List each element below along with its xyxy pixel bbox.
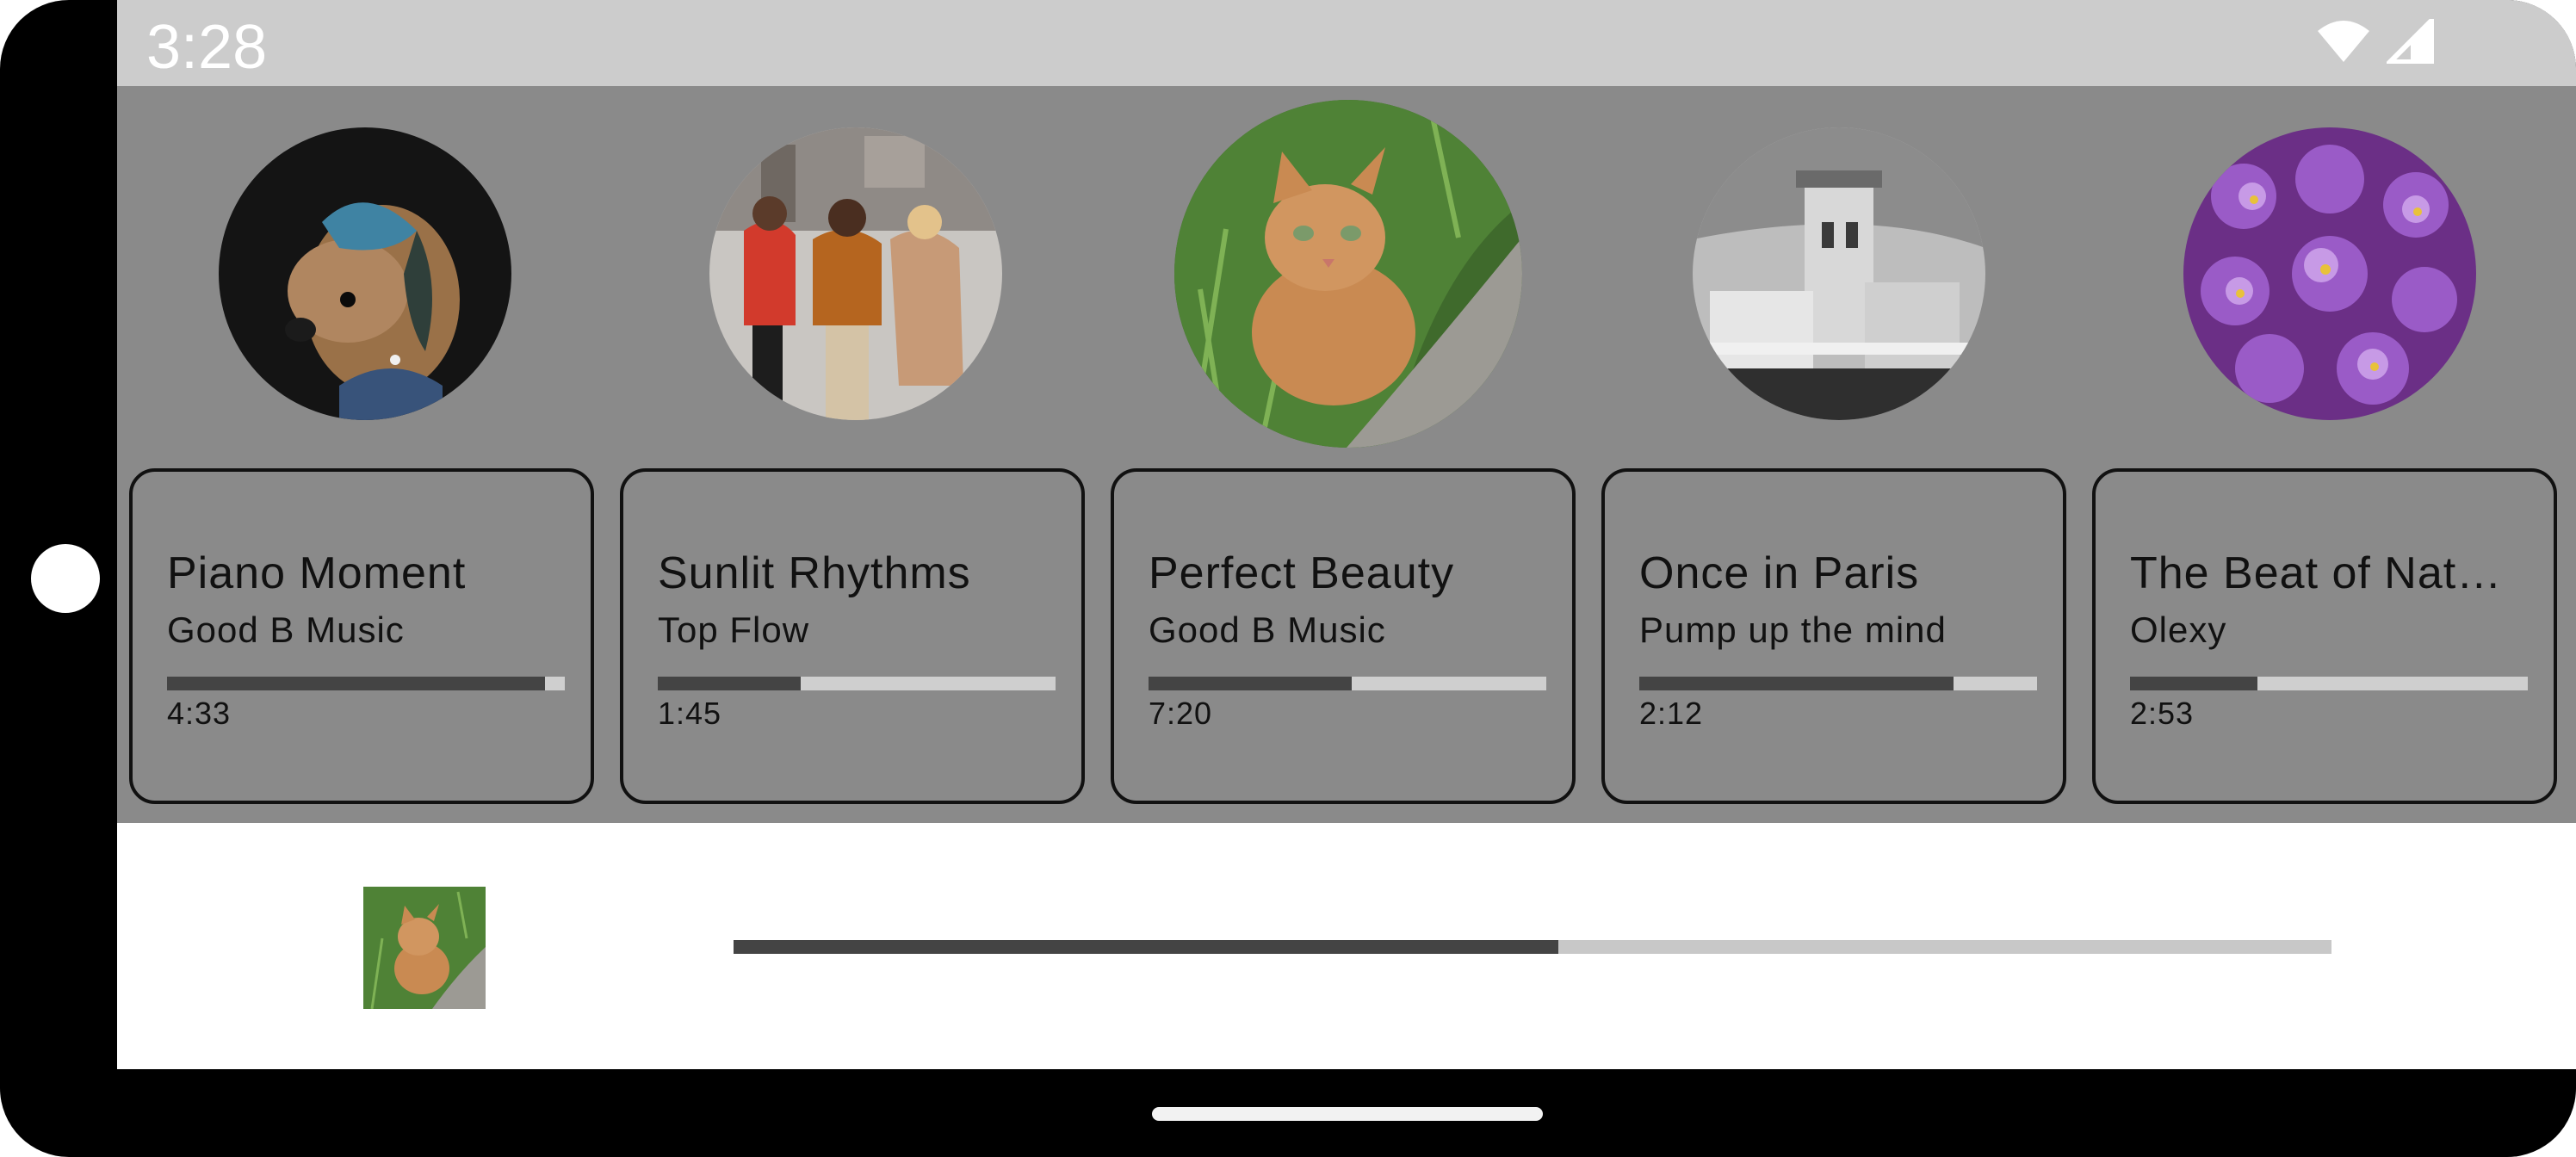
cat-in-grass-artwork[interactable] bbox=[1174, 100, 1522, 448]
track-artist: Pump up the mind bbox=[1639, 609, 1947, 650]
track-card[interactable]: Piano Moment Good B Music 4:33 bbox=[129, 468, 594, 804]
track-progress-fill bbox=[2130, 677, 2257, 690]
track-duration: 1:45 bbox=[658, 696, 722, 731]
track-artist: Good B Music bbox=[1149, 609, 1386, 650]
track-title: Piano Moment bbox=[167, 548, 467, 598]
track-title: The Beat of Nat… bbox=[2130, 548, 2503, 598]
purple-flowers-artwork[interactable] bbox=[2183, 127, 2476, 420]
track-progress-bar bbox=[167, 677, 565, 690]
cellular-signal-icon bbox=[2387, 19, 2434, 64]
track-progress-fill bbox=[1149, 677, 1352, 690]
track-duration: 7:20 bbox=[1149, 696, 1213, 731]
track-artist: Top Flow bbox=[658, 609, 810, 650]
status-icons bbox=[2316, 19, 2435, 64]
status-bar: 3:28 bbox=[117, 0, 2576, 86]
people-walking-artwork[interactable] bbox=[709, 127, 1002, 420]
now-playing-bar[interactable] bbox=[117, 823, 2576, 1069]
track-duration: 2:53 bbox=[2130, 696, 2195, 731]
track-duration: 4:33 bbox=[167, 696, 232, 731]
status-time: 3:28 bbox=[146, 13, 268, 82]
track-progress-fill bbox=[167, 677, 545, 690]
track-progress-fill bbox=[658, 677, 802, 690]
track-progress-bar bbox=[1639, 677, 2037, 690]
track-browser[interactable]: Piano Moment Good B Music 4:33 Sunlit Rh… bbox=[117, 86, 2576, 823]
track-card[interactable]: Once in Paris Pump up the mind 2:12 bbox=[1601, 468, 2066, 804]
app-screen: 3:28 Piano Moment Good B Music 4:33 Sunl… bbox=[117, 0, 2576, 1069]
track-progress-bar bbox=[658, 677, 1056, 690]
track-title: Sunlit Rhythms bbox=[658, 548, 971, 598]
playback-progress-fill bbox=[734, 940, 1558, 954]
track-progress-bar bbox=[1149, 677, 1546, 690]
track-progress-bar bbox=[2130, 677, 2528, 690]
dog-portrait-artwork[interactable] bbox=[219, 127, 511, 420]
track-progress-fill bbox=[1639, 677, 1954, 690]
phone-frame: 3:28 Piano Moment Good B Music 4:33 Sunl… bbox=[0, 0, 2576, 1157]
track-card[interactable]: Sunlit Rhythms Top Flow 1:45 bbox=[620, 468, 1085, 804]
track-title: Perfect Beauty bbox=[1149, 548, 1455, 598]
front-camera bbox=[31, 544, 100, 613]
track-duration: 2:12 bbox=[1639, 696, 1704, 731]
playback-progress-bar[interactable] bbox=[734, 940, 2331, 954]
gesture-nav-handle[interactable] bbox=[1152, 1107, 1543, 1121]
wifi-icon bbox=[2318, 21, 2369, 62]
track-artist: Olexy bbox=[2130, 609, 2227, 650]
track-card[interactable]: Perfect Beauty Good B Music 7:20 bbox=[1111, 468, 1576, 804]
now-playing-artwork[interactable] bbox=[363, 887, 486, 1009]
track-title: Once in Paris bbox=[1639, 548, 1920, 598]
castle-tower-artwork[interactable] bbox=[1693, 127, 1985, 420]
track-artist: Good B Music bbox=[167, 609, 405, 650]
track-card[interactable]: The Beat of Nat… Olexy 2:53 bbox=[2092, 468, 2557, 804]
